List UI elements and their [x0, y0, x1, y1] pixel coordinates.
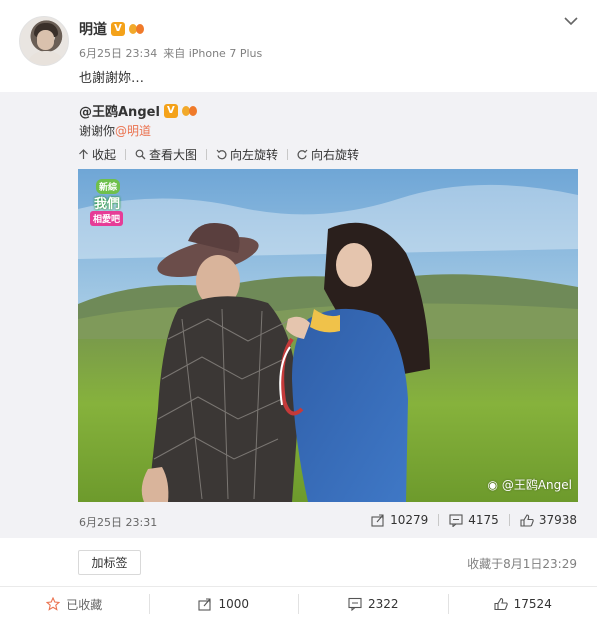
add-tag-button[interactable]: 加标签 — [78, 550, 141, 575]
post-meta: 6月25日 23:34 来自 iPhone 7 Plus — [79, 45, 262, 61]
repost-author-row: @王鸥Angel V — [79, 101, 200, 120]
star-icon — [46, 597, 61, 611]
watermark-text: @王鸥Angel — [501, 478, 572, 492]
post-date[interactable]: 6月25日 23:34 — [79, 47, 157, 60]
thumbs-up-icon — [494, 597, 508, 611]
rotate-right-icon — [297, 149, 308, 160]
rotate-left-icon — [216, 149, 227, 160]
show-logo-sticker: 新綜 我們 相愛吧 — [90, 179, 130, 229]
repost-like-count: 37938 — [538, 513, 577, 527]
mention-link[interactable]: @明道 — [115, 124, 151, 138]
comment-count: 2322 — [367, 597, 399, 611]
repost-count: 1000 — [218, 597, 250, 611]
collapse-button[interactable]: 收起 — [78, 146, 116, 163]
comment-icon — [348, 597, 362, 611]
repost-time[interactable]: 6月25日 23:31 — [79, 514, 157, 530]
thumbs-up-icon — [520, 513, 534, 527]
collapse-label: 收起 — [92, 148, 117, 162]
like-button[interactable]: 17524 — [449, 587, 597, 621]
share-icon — [371, 513, 384, 527]
post-text: 也謝謝妳… — [79, 71, 145, 86]
sticker-line-1: 新綜 — [96, 179, 121, 194]
like-count: 17524 — [513, 597, 552, 611]
repost-photo[interactable]: 新綜 我們 相愛吧 ◉ @王鸥Angel — [78, 169, 578, 502]
image-toolbar: 收起 查看大图 向左旋转 向右旋转 — [78, 146, 359, 163]
author-avatar[interactable] — [19, 16, 69, 66]
verified-badge-icon: V — [163, 103, 178, 118]
author-row: 明道 V — [79, 20, 147, 38]
sticker-line-3: 相愛吧 — [90, 211, 124, 226]
repost-stats: 10279 4175 37938 — [371, 513, 577, 527]
vip-badge-icon — [129, 22, 147, 36]
repost-footer: 6月25日 23:31 10279 4175 37938 — [0, 513, 597, 532]
favorited-time: 收藏于8月1日23:29 — [467, 557, 577, 571]
magnifier-icon — [135, 149, 146, 160]
repost-button[interactable]: 1000 — [150, 587, 299, 621]
weibo-logo-icon: ◉ — [487, 478, 499, 492]
repost-author-name[interactable]: @王鸥Angel — [79, 101, 160, 120]
rotate-right-label: 向右旋转 — [311, 148, 360, 162]
vip-badge-icon — [181, 104, 200, 118]
post-source: 来自 iPhone 7 Plus — [163, 47, 263, 60]
rotate-left-button[interactable]: 向左旋转 — [216, 146, 278, 163]
repost-box: @王鸥Angel V 谢谢你@明道 收起 查看大图 向左旋转 向右旋转 新綜 我… — [0, 92, 597, 538]
share-icon — [198, 598, 212, 611]
view-large-label: 查看大图 — [149, 148, 198, 162]
favorite-label: 已收藏 — [66, 597, 103, 612]
weibo-post-card: 明道 V 6月25日 23:34 来自 iPhone 7 Plus 也謝謝妳… @… — [0, 0, 597, 621]
author-name[interactable]: 明道 — [79, 19, 107, 39]
rotate-right-button[interactable]: 向右旋转 — [297, 146, 359, 163]
chevron-down-icon[interactable] — [562, 12, 580, 30]
comment-icon — [449, 513, 463, 527]
photo-scene — [78, 169, 578, 502]
collapse-arrow-icon — [79, 149, 88, 159]
view-large-button[interactable]: 查看大图 — [135, 146, 197, 163]
comment-button[interactable]: 2322 — [299, 587, 448, 621]
repost-comment-stat[interactable]: 4175 — [449, 513, 499, 527]
repost-share-count: 10279 — [390, 513, 429, 527]
sticker-line-2: 我們 — [94, 197, 121, 212]
rotate-left-label: 向左旋转 — [230, 148, 279, 162]
action-bar: 已收藏 1000 2322 17524 — [0, 587, 597, 621]
verified-badge-icon: V — [111, 22, 125, 36]
repost-text: 谢谢你@明道 — [79, 122, 151, 139]
repost-share-stat[interactable]: 10279 — [371, 513, 428, 527]
repost-text-body: 谢谢你 — [79, 124, 116, 138]
photo-watermark: ◉ @王鸥Angel — [488, 476, 572, 493]
favorite-button[interactable]: 已收藏 — [0, 587, 149, 621]
repost-comment-count: 4175 — [468, 513, 499, 527]
repost-like-stat[interactable]: 37938 — [520, 513, 577, 527]
